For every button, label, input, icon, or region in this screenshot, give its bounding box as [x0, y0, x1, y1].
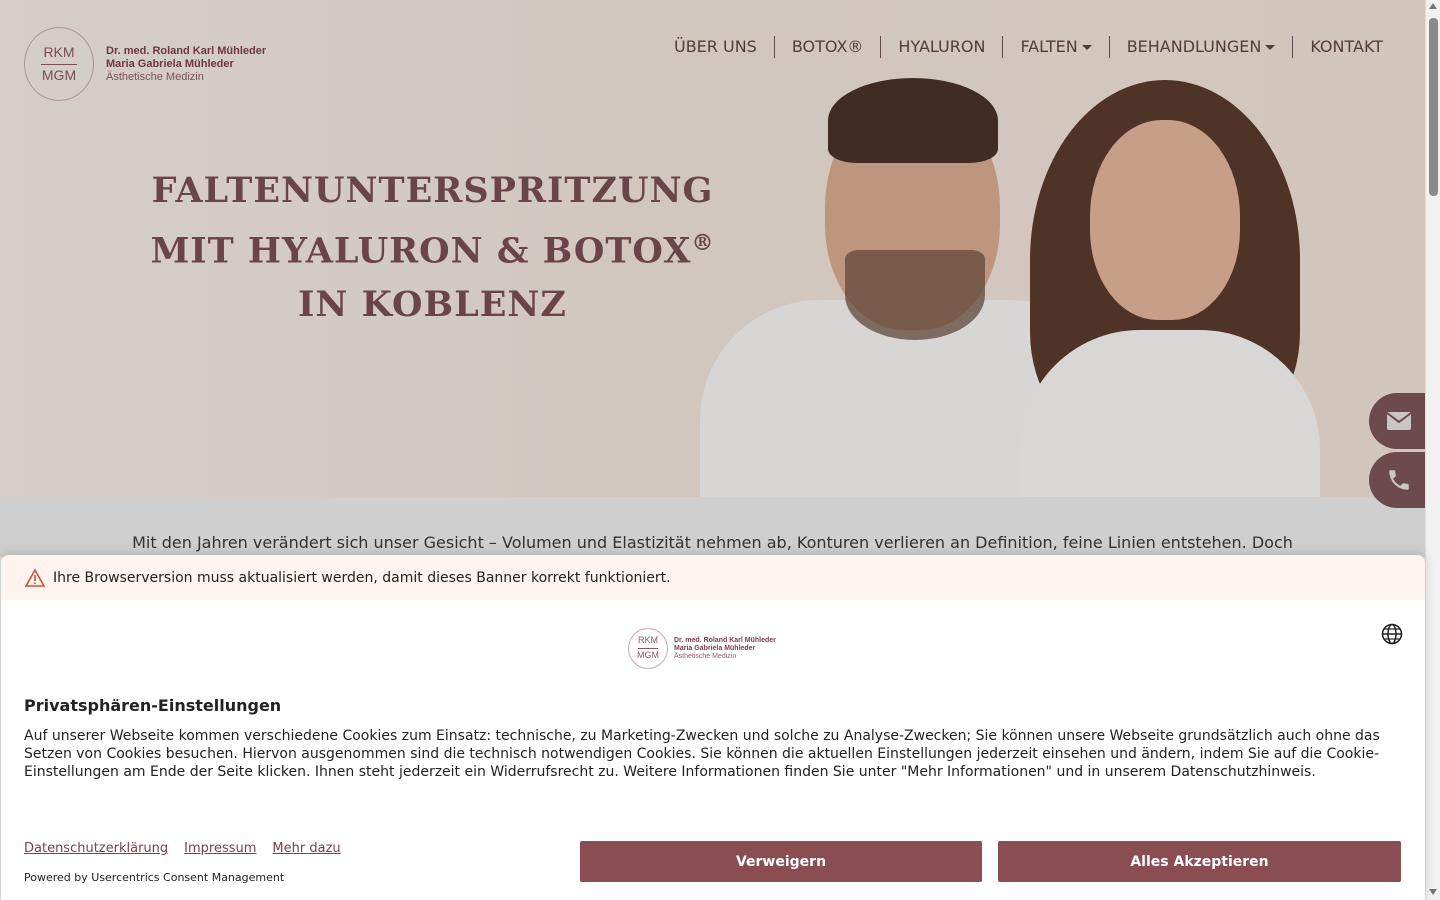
- intro-paragraph: Mit den Jahren verändert sich unser Gesi…: [132, 533, 1293, 552]
- logo-line-3: Ästhetische Medizin: [674, 652, 737, 660]
- nav-item-label: HYALURON: [898, 37, 986, 56]
- consent-links: Datenschutzerklärung Impressum Mehr dazu: [24, 841, 341, 856]
- chevron-down-icon: [1081, 45, 1092, 50]
- nav-item-label: BEHANDLUNGEN: [1126, 37, 1262, 56]
- nav-item-hyaluron[interactable]: HYALURON: [880, 36, 1002, 58]
- nav-item-kontakt[interactable]: KONTAKT: [1292, 36, 1400, 58]
- deny-button[interactable]: Verweigern: [580, 841, 982, 882]
- warning-icon: [25, 568, 45, 587]
- nav-item-ueber-uns[interactable]: ÜBER UNS: [657, 36, 774, 58]
- page-scrollbar[interactable]: [1425, 0, 1440, 900]
- hero-title-line-2: MIT HYALURON & BOTOX: [150, 230, 692, 272]
- more-info-link[interactable]: Mehr dazu: [272, 841, 340, 856]
- scroll-down-arrow-icon[interactable]: [1429, 889, 1437, 895]
- logo-mark: RKM MGM: [24, 27, 94, 101]
- logo-line-1: Dr. med. Roland Karl Mühleder: [674, 636, 776, 644]
- nav-item-label: BOTOX®: [791, 37, 864, 56]
- nav-item-botox[interactable]: BOTOX®: [773, 36, 881, 58]
- consent-title: Privatsphären-Einstellungen: [24, 696, 282, 715]
- hero-title-line-1: FALTENUNTERSPRITZUNG: [151, 170, 714, 211]
- nav-item-behandlungen[interactable]: BEHANDLUNGEN: [1108, 36, 1293, 58]
- logo-mark-top: RKM: [638, 635, 658, 646]
- intro-text: Mit den Jahren verändert sich unser Gesi…: [0, 497, 1425, 557]
- logo-mark-bottom: MGM: [41, 66, 77, 83]
- imprint-link[interactable]: Impressum: [184, 841, 256, 856]
- logo-divider: [41, 63, 77, 65]
- contact-mail-button[interactable]: [1369, 393, 1429, 449]
- logo-line-2: Maria Gabriela Mühleder: [674, 644, 756, 652]
- logo-divider: [638, 648, 658, 649]
- logo-mark-top: RKM: [43, 44, 75, 61]
- hero-photo-man-beard: [845, 250, 985, 340]
- nav-item-label: KONTAKT: [1310, 37, 1383, 56]
- logo-line-3: Ästhetische Medizin: [106, 70, 204, 83]
- envelope-icon: [1386, 412, 1412, 430]
- logo-line-1: Dr. med. Roland Karl Mühleder: [106, 44, 267, 57]
- cookie-consent-banner: Ihre Browserversion muss aktualisiert we…: [1, 555, 1425, 900]
- logo-text: Dr. med. Roland Karl Mühleder Maria Gabr…: [674, 637, 776, 661]
- nav-item-label: ÜBER UNS: [673, 37, 757, 56]
- logo-mark-bottom: MGM: [637, 650, 659, 660]
- logo-text: Dr. med. Roland Karl Mühleder Maria Gabr…: [106, 45, 266, 84]
- hero-title: FALTENUNTERSPRITZUNG MIT HYALURON & BOTO…: [150, 164, 715, 331]
- phone-icon: [1389, 470, 1409, 490]
- hero-section: RKM MGM Dr. med. Roland Karl Mühleder Ma…: [0, 0, 1425, 497]
- consent-description: Auf unserer Webseite kommen verschiedene…: [24, 728, 1380, 780]
- browser-warning: Ihre Browserversion muss aktualisiert we…: [1, 555, 1425, 600]
- hero-photo-man-hair: [828, 78, 998, 163]
- chevron-down-icon: [1265, 45, 1276, 50]
- consent-logo: RKM MGM Dr. med. Roland Karl Mühleder Ma…: [628, 628, 776, 669]
- language-globe-icon[interactable]: [1381, 623, 1403, 649]
- main-nav: ÜBER UNS BOTOX® HYALURON FALTEN BEHANDLU…: [657, 36, 1400, 58]
- logo-mark: RKM MGM: [628, 628, 668, 669]
- registered-mark: ®: [691, 230, 715, 256]
- logo-line-2: Maria Gabriela Mühleder: [106, 57, 234, 70]
- nav-item-falten[interactable]: FALTEN: [1002, 36, 1108, 58]
- contact-phone-button[interactable]: [1369, 452, 1429, 508]
- scroll-up-arrow-icon[interactable]: [1429, 3, 1437, 9]
- site-logo[interactable]: RKM MGM Dr. med. Roland Karl Mühleder Ma…: [24, 27, 266, 101]
- hero-title-line-3: IN KOBLENZ: [298, 283, 567, 325]
- browser-warning-text: Ihre Browserversion muss aktualisiert we…: [53, 569, 671, 586]
- accept-all-button[interactable]: Alles Akzeptieren: [998, 841, 1401, 882]
- nav-item-label: FALTEN: [1020, 37, 1078, 56]
- powered-by-text: Powered by Usercentrics Consent Manageme…: [24, 871, 285, 884]
- scrollbar-thumb[interactable]: [1429, 18, 1438, 196]
- hero-photo-woman-face: [1090, 120, 1240, 320]
- privacy-policy-link[interactable]: Datenschutzerklärung: [24, 841, 168, 856]
